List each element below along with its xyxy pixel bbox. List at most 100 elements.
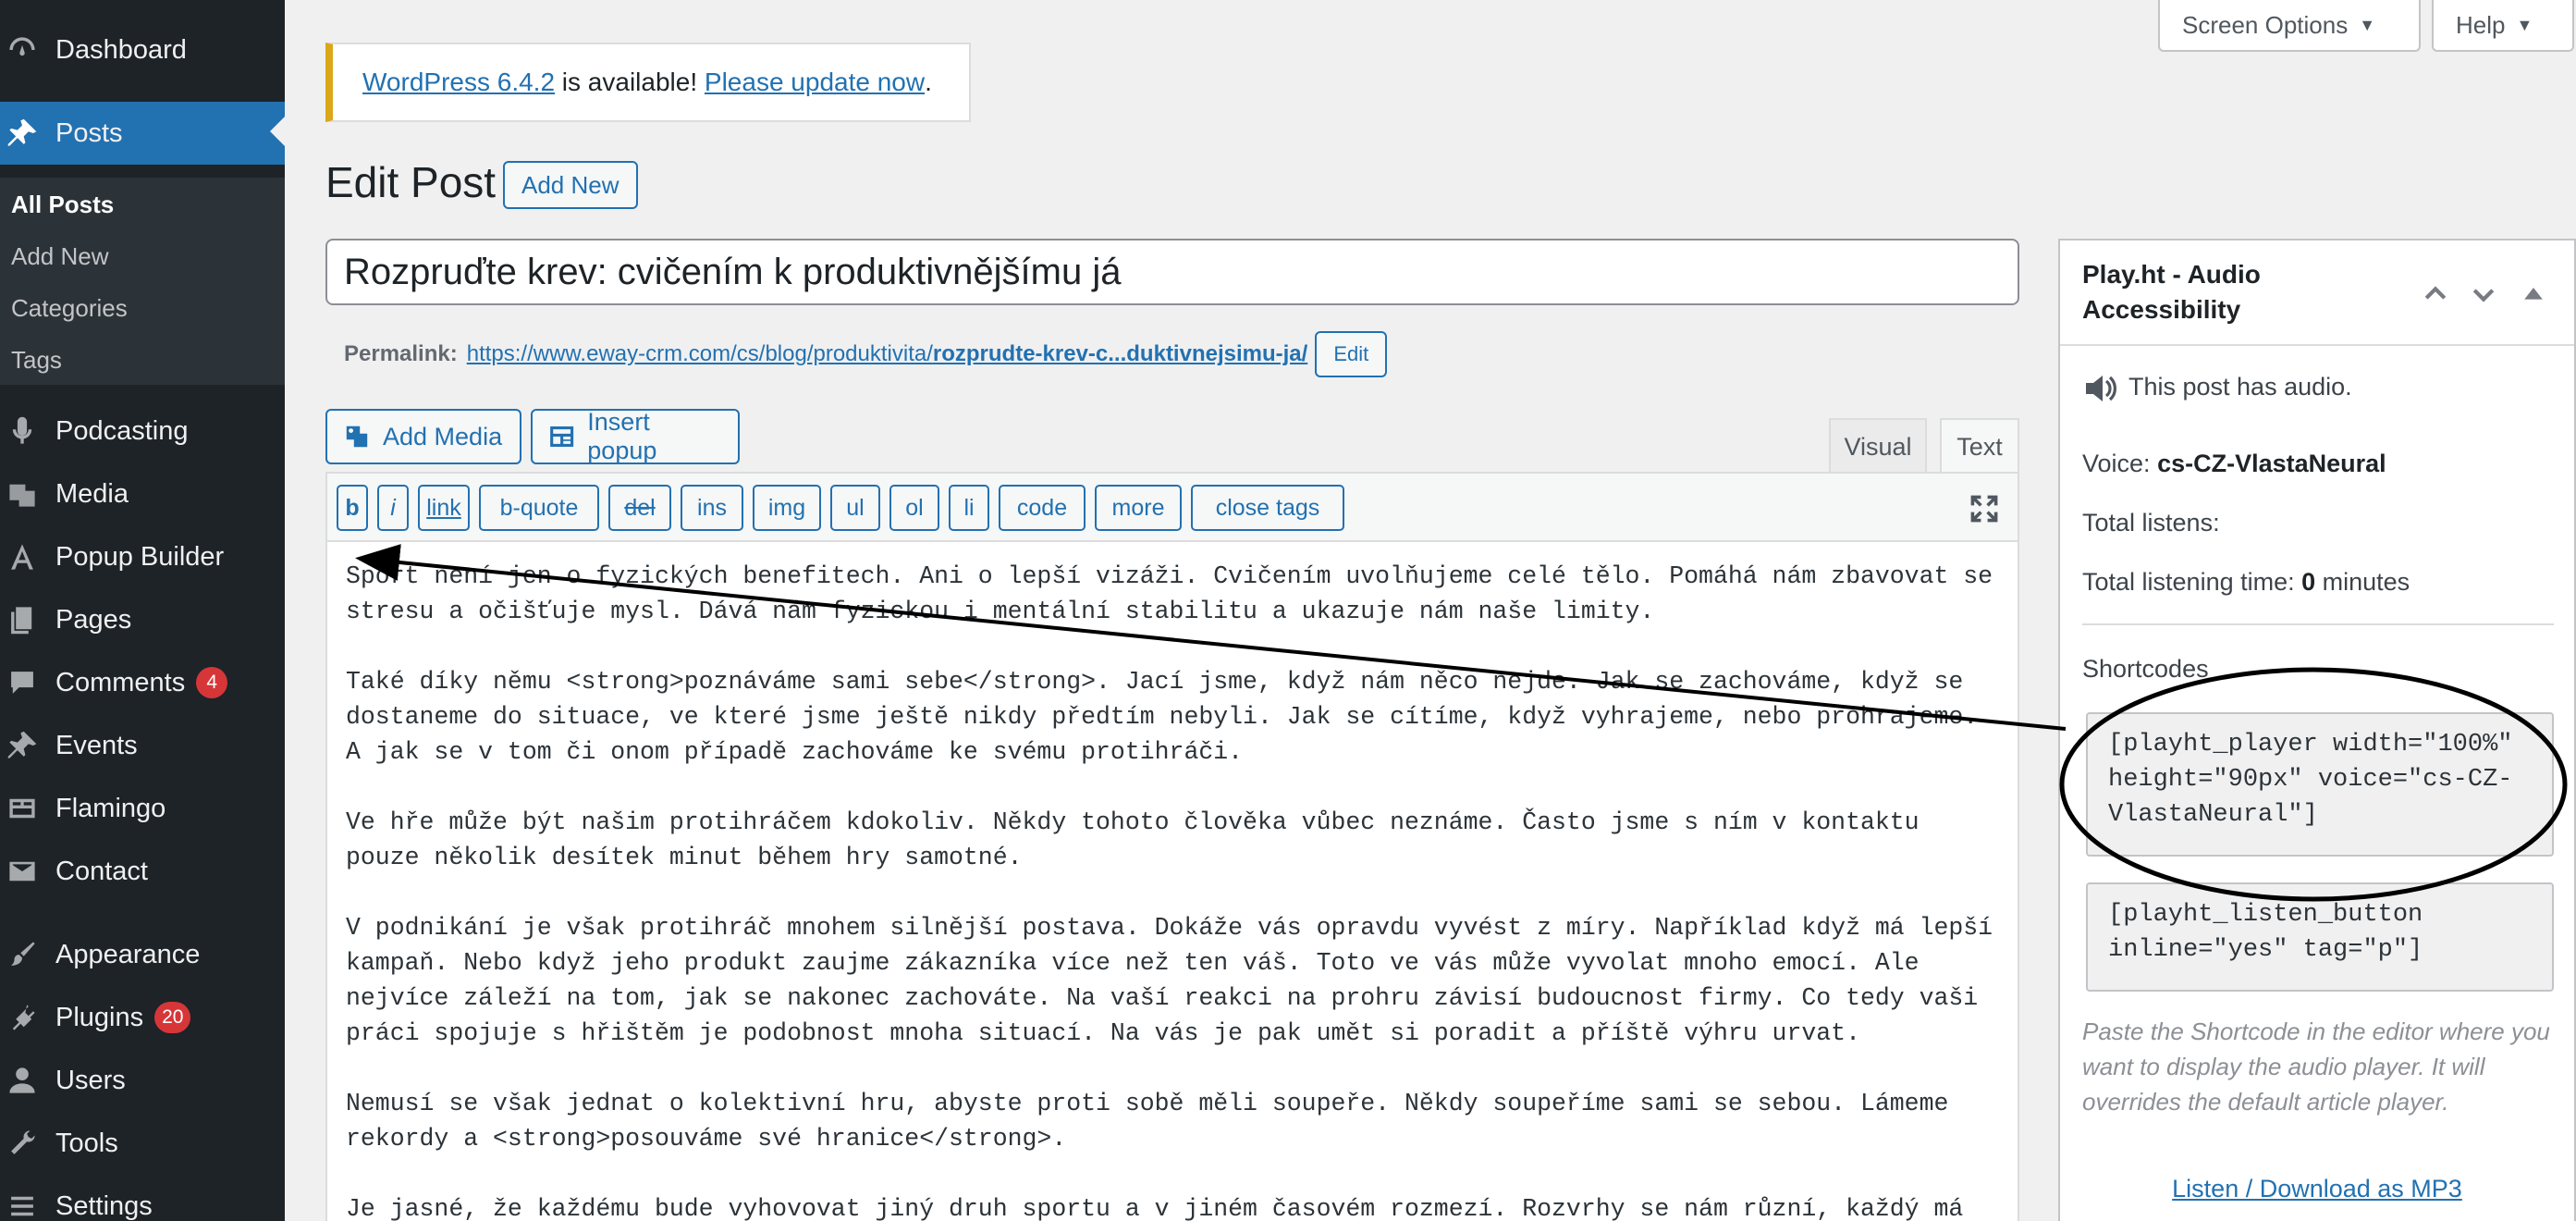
submenu-tags[interactable]: Tags <box>11 346 62 375</box>
content-paragraph: Ve hře může být našim protihráčem kdokol… <box>346 808 1920 871</box>
sidebar-item-label: Podcasting <box>55 415 189 446</box>
paintbrush-icon <box>2 934 43 975</box>
sidebar-item-label: Contact <box>55 856 148 886</box>
sidebar-item-label: Settings <box>55 1190 153 1221</box>
listen-button-shortcode-box[interactable]: [playht_listen_button inline="yes" tag="… <box>2086 882 2554 992</box>
permalink-label: Permalink: <box>344 341 458 366</box>
qt-li-button[interactable]: li <box>949 485 989 531</box>
sidebar-item-contact[interactable]: Contact <box>0 844 285 899</box>
qt-bold-button[interactable]: b <box>337 485 368 531</box>
comments-icon <box>2 662 43 703</box>
update-now-link[interactable]: Please update now <box>705 68 925 97</box>
qt-del-button[interactable]: del <box>608 485 671 531</box>
sidebar-item-label: Users <box>55 1065 126 1095</box>
media-icon <box>2 474 43 514</box>
tab-text[interactable]: Text <box>1940 418 2019 474</box>
insert-popup-button[interactable]: Insert popup <box>531 408 740 464</box>
update-notice: WordPress 6.4.2 is available! Please upd… <box>325 43 971 122</box>
listening-time-unit: minutes <box>2315 568 2410 596</box>
qt-ins-button[interactable]: ins <box>681 485 743 531</box>
microphone-icon <box>2 411 43 451</box>
fullscreen-icon[interactable] <box>1968 492 2001 525</box>
help-button[interactable]: Help ▼ <box>2432 0 2574 52</box>
pin-icon <box>2 725 43 766</box>
content-paragraph: Sport není jen o fyzických benefitech. A… <box>346 562 1993 625</box>
sidebar-item-appearance[interactable]: Appearance <box>0 927 285 982</box>
audio-status: This post has audio. <box>2082 370 2352 407</box>
active-indicator <box>270 117 285 146</box>
tab-visual[interactable]: Visual <box>1829 418 1927 474</box>
sidebar-item-tools[interactable]: Tools <box>0 1116 285 1171</box>
post-content-textarea[interactable]: Sport není jen o fyzických benefitech. A… <box>346 559 2001 1221</box>
qt-link-button[interactable]: link <box>418 485 470 531</box>
sidebar-item-posts[interactable]: Posts <box>0 102 285 165</box>
add-media-button[interactable]: Add Media <box>325 409 521 464</box>
qt-close-tags-button[interactable]: close tags <box>1191 485 1344 531</box>
download-mp3-link[interactable]: Listen / Download as MP3 <box>2060 1175 2574 1203</box>
sidebar-item-flamingo[interactable]: Flamingo <box>0 781 285 836</box>
sidebar-item-settings[interactable]: Settings <box>0 1178 285 1221</box>
wrench-icon <box>2 1123 43 1164</box>
permalink-link[interactable]: https://www.eway-crm.com/cs/blog/produkt… <box>467 341 1308 367</box>
chevron-up-icon[interactable] <box>2417 276 2454 313</box>
wordpress-version-link[interactable]: WordPress 6.4.2 <box>362 68 555 97</box>
sidebar-item-label: Dashboard <box>55 34 187 65</box>
post-title-input[interactable]: Rozpruďte krev: cvičením k produktivnějš… <box>325 239 2019 305</box>
submenu-add-new[interactable]: Add New <box>11 242 109 271</box>
admin-sidebar: Dashboard Posts All Posts Add New Catego… <box>0 0 285 1221</box>
plugin-icon <box>2 997 43 1038</box>
screen-options-button[interactable]: Screen Options ▼ <box>2158 0 2421 52</box>
help-label: Help <box>2456 10 2506 39</box>
submenu-categories[interactable]: Categories <box>11 294 128 323</box>
qt-img-button[interactable]: img <box>753 485 821 531</box>
comments-count-badge: 4 <box>196 667 228 698</box>
has-audio-text: This post has audio. <box>2128 373 2352 401</box>
metabox-title: Play.ht - Audio Accessibility <box>2082 260 2261 324</box>
sidebar-item-label: Posts <box>55 117 123 148</box>
submenu-all-posts[interactable]: All Posts <box>11 191 114 219</box>
users-icon <box>2 1060 43 1101</box>
sidebar-item-label: Events <box>55 730 138 760</box>
sidebar-item-dashboard[interactable]: Dashboard <box>0 22 285 78</box>
collapse-triangle-icon[interactable] <box>2515 276 2552 313</box>
qt-bquote-button[interactable]: b-quote <box>479 485 599 531</box>
player-shortcode-box[interactable]: [playht_player width="100%" height="90px… <box>2086 712 2554 857</box>
sidebar-item-label: Popup Builder <box>55 541 225 572</box>
content-paragraph: Je jasné, že každému bude vyhovovat jiný… <box>346 1195 1964 1221</box>
listening-time-label: Total listening time: <box>2082 568 2302 596</box>
sidebar-item-pages[interactable]: Pages <box>0 592 285 648</box>
sidebar-item-popup-builder[interactable]: Popup Builder <box>0 529 285 585</box>
qt-more-button[interactable]: more <box>1095 485 1182 531</box>
qt-ol-button[interactable]: ol <box>889 485 939 531</box>
pin-icon <box>2 113 43 154</box>
caret-down-icon: ▼ <box>2359 15 2376 34</box>
chevron-down-icon[interactable] <box>2465 276 2502 313</box>
sidebar-item-events[interactable]: Events <box>0 718 285 773</box>
qt-italic-button[interactable]: i <box>377 485 409 531</box>
flamingo-icon <box>2 788 43 829</box>
speaker-icon <box>2082 370 2119 407</box>
notice-text: is available! <box>555 68 705 96</box>
screen-options-label: Screen Options <box>2182 10 2349 39</box>
permalink-row: Permalink: https://www.eway-crm.com/cs/b… <box>344 331 1388 377</box>
qt-ul-button[interactable]: ul <box>830 485 880 531</box>
add-media-label: Add Media <box>383 422 503 450</box>
sidebar-item-plugins[interactable]: Plugins 20 <box>0 990 285 1045</box>
sidebar-item-media[interactable]: Media <box>0 466 285 522</box>
settings-icon <box>2 1186 43 1221</box>
content-paragraph: Také díky němu <strong>poznáváme sami se… <box>346 668 1979 766</box>
listening-time-value: 0 <box>2301 568 2316 596</box>
metabox-header: Play.ht - Audio Accessibility <box>2060 240 2574 346</box>
notice-period: . <box>925 68 932 96</box>
sidebar-item-label: Media <box>55 478 129 509</box>
qt-code-button[interactable]: code <box>999 485 1086 531</box>
sidebar-item-users[interactable]: Users <box>0 1053 285 1108</box>
sidebar-item-comments[interactable]: Comments 4 <box>0 655 285 710</box>
page-title: Edit Post <box>325 158 497 206</box>
edit-permalink-button[interactable]: Edit <box>1315 331 1388 377</box>
sidebar-item-podcasting[interactable]: Podcasting <box>0 403 285 459</box>
playht-metabox: Play.ht - Audio Accessibility This post … <box>2058 239 2576 1221</box>
sidebar-item-label: Plugins <box>55 1002 144 1032</box>
metabox-divider <box>2082 623 2554 625</box>
add-new-post-button[interactable]: Add New <box>503 161 638 209</box>
